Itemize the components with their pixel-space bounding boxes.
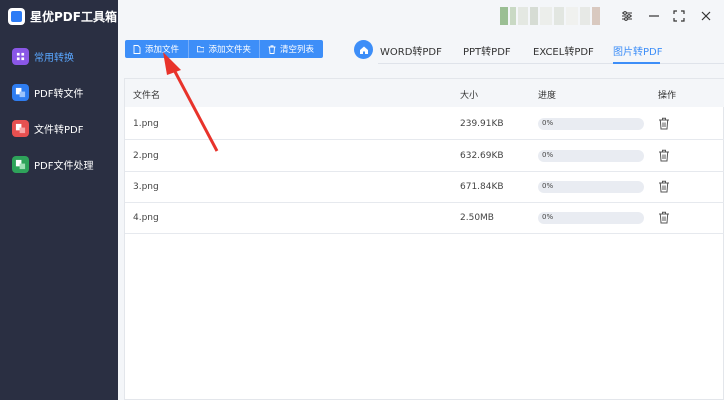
column-header-progress: 进度	[538, 91, 557, 101]
sidebar: 星优PDF工具箱 常用转换 PDF转文件 文件转PDF PDF文件处理	[0, 0, 118, 400]
progress-text: 0%	[542, 182, 554, 190]
file-name: 4.png	[133, 213, 159, 223]
maximize-icon[interactable]	[670, 7, 688, 25]
file-name: 2.png	[133, 151, 159, 161]
sidebar-item-label: PDF转文件	[34, 88, 84, 100]
progress-text: 0%	[542, 119, 554, 127]
delete-icon[interactable]	[658, 149, 670, 165]
tab-ppt-to-pdf[interactable]: PPT转PDF	[463, 43, 511, 58]
file-size: 2.50MB	[460, 213, 494, 223]
column-header-name[interactable]: 文件名	[133, 88, 160, 101]
progress-bar: 0%	[538, 150, 644, 162]
sidebar-item-file-to-pdf[interactable]: 文件转PDF	[0, 110, 118, 146]
add-file-label: 添加文件	[145, 45, 180, 55]
table-row[interactable]: 2.png 632.69KB 0%	[125, 141, 724, 172]
settings-icon[interactable]	[618, 7, 636, 25]
close-icon[interactable]	[697, 7, 715, 25]
clear-list-button[interactable]: 清空列表	[260, 40, 323, 58]
file-size: 671.84KB	[460, 182, 504, 192]
file-to-pdf-icon	[12, 119, 29, 137]
sidebar-item-label: 文件转PDF	[34, 124, 84, 136]
tabs-divider	[378, 63, 724, 64]
tab-word-to-pdf[interactable]: WORD转PDF	[380, 43, 442, 58]
column-header-action: 操作	[658, 91, 677, 101]
active-tab-indicator	[613, 62, 660, 64]
minimize-icon[interactable]	[645, 7, 663, 25]
user-avatar[interactable]	[500, 7, 604, 25]
add-folder-button[interactable]: 添加文件夹	[189, 40, 260, 58]
file-table: 文件名 大小 进度 操作 1.png 239.91KB 0% 2.png 632…	[124, 78, 724, 400]
file-size: 632.69KB	[460, 151, 504, 161]
sidebar-item-common-convert[interactable]: 常用转换	[0, 38, 118, 74]
table-row[interactable]: 3.png 671.84KB 0%	[125, 172, 724, 203]
table-row[interactable]: 4.png 2.50MB 0%	[125, 203, 724, 234]
title-bar	[118, 0, 724, 32]
sidebar-item-label: PDF文件处理	[34, 160, 94, 172]
progress-bar: 0%	[538, 212, 644, 224]
progress-bar: 0%	[538, 118, 644, 130]
sidebar-item-pdf-process[interactable]: PDF文件处理	[0, 146, 118, 182]
table-row[interactable]: 1.png 239.91KB 0%	[125, 109, 724, 140]
pdf-process-icon	[12, 155, 29, 173]
progress-text: 0%	[542, 213, 554, 221]
delete-icon[interactable]	[658, 211, 670, 227]
file-size: 239.91KB	[460, 119, 504, 129]
delete-icon[interactable]	[658, 117, 670, 133]
app-brand: 星优PDF工具箱	[0, 0, 118, 32]
add-file-button[interactable]: 添加文件	[125, 40, 189, 58]
tab-excel-to-pdf[interactable]: EXCEL转PDF	[533, 43, 594, 58]
add-folder-label: 添加文件夹	[208, 45, 251, 55]
folder-icon	[197, 46, 205, 53]
sidebar-item-pdf-to-file[interactable]: PDF转文件	[0, 74, 118, 110]
common-convert-icon	[12, 47, 29, 65]
progress-bar: 0%	[538, 181, 644, 193]
app-title: 星优PDF工具箱	[30, 9, 117, 24]
file-icon	[133, 44, 141, 54]
file-name: 3.png	[133, 182, 159, 192]
tab-image-to-pdf[interactable]: 图片转PDF	[613, 43, 662, 58]
column-header-size[interactable]: 大小	[460, 88, 478, 101]
trash-icon	[268, 44, 276, 54]
home-icon[interactable]	[354, 40, 373, 59]
clear-list-label: 清空列表	[280, 45, 315, 55]
pdf-to-file-icon	[12, 83, 29, 101]
sidebar-item-label: 常用转换	[34, 52, 74, 64]
progress-text: 0%	[542, 151, 554, 159]
table-header: 文件名 大小 进度 操作	[125, 79, 724, 107]
delete-icon[interactable]	[658, 180, 670, 196]
file-name: 1.png	[133, 119, 159, 129]
app-logo-icon	[8, 7, 25, 25]
